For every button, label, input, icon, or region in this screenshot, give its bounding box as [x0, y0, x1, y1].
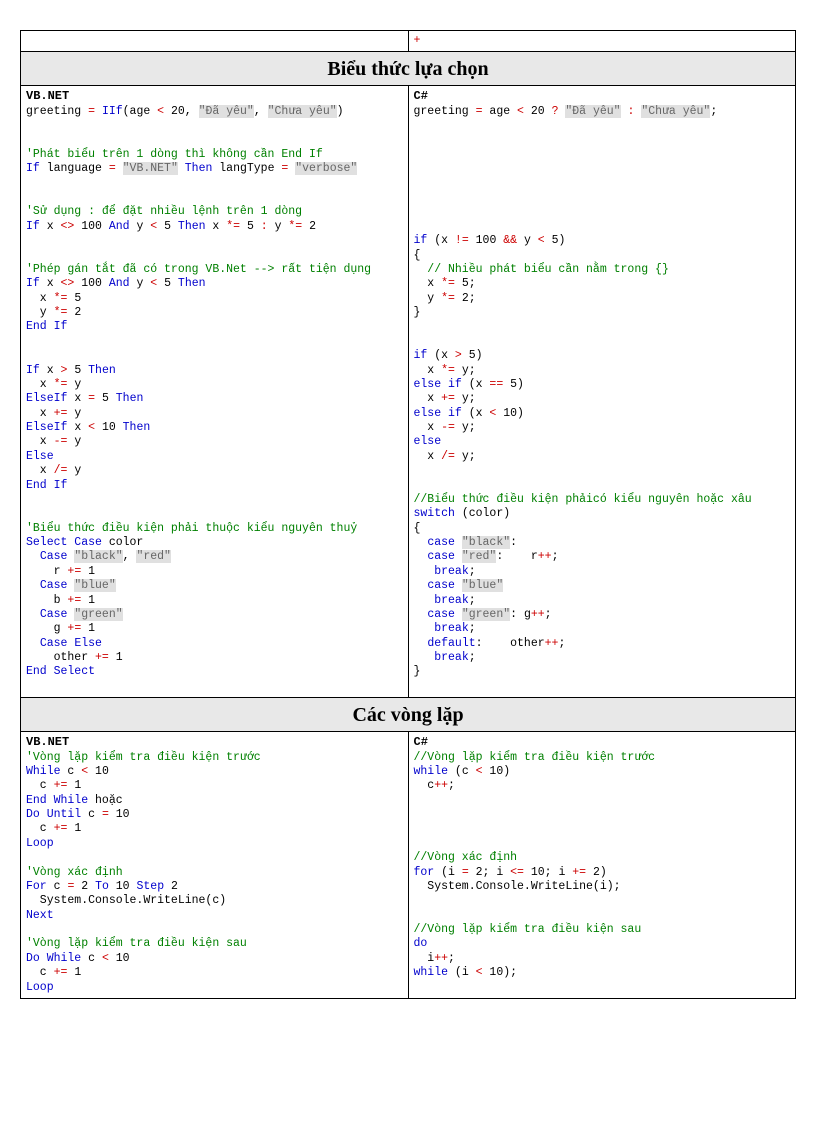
code-comparison-table: + Biểu thức lựa chọn VB.NET greeting = I…	[20, 30, 796, 999]
lang-label-cs: C#	[414, 89, 428, 103]
vb-loop-block: VB.NET 'Vòng lặp kiểm tra điều kiện trướ…	[26, 735, 403, 995]
section1-body: VB.NET greeting = IIf(age < 20, "Đã yêu"…	[21, 86, 795, 698]
top-right-cell: +	[408, 31, 796, 51]
section2-heading: Các vòng lặp	[21, 698, 795, 732]
top-row: +	[21, 31, 795, 52]
section2-cs-col: C# //Vòng lặp kiểm tra điều kiện trước w…	[408, 732, 796, 998]
section1-vb-col: VB.NET greeting = IIf(age < 20, "Đã yêu"…	[21, 86, 408, 697]
lang-label-cs2: C#	[414, 735, 428, 749]
section2-vb-col: VB.NET 'Vòng lặp kiểm tra điều kiện trướ…	[21, 732, 408, 998]
plus-sign: +	[414, 34, 791, 48]
lang-label-vb: VB.NET	[26, 89, 69, 103]
section1-heading: Biểu thức lựa chọn	[21, 52, 795, 86]
cs-code-block: C# greeting = age < 20 ? "Đã yêu" : "Chư…	[414, 89, 791, 694]
section2-body: VB.NET 'Vòng lặp kiểm tra điều kiện trướ…	[21, 732, 795, 998]
cs-loop-block: C# //Vòng lặp kiểm tra điều kiện trước w…	[414, 735, 791, 980]
vb-code-block: VB.NET greeting = IIf(age < 20, "Đã yêu"…	[26, 89, 403, 694]
lang-label-vb2: VB.NET	[26, 735, 69, 749]
section1-cs-col: C# greeting = age < 20 ? "Đã yêu" : "Chư…	[408, 86, 796, 697]
top-left-cell	[21, 31, 408, 51]
